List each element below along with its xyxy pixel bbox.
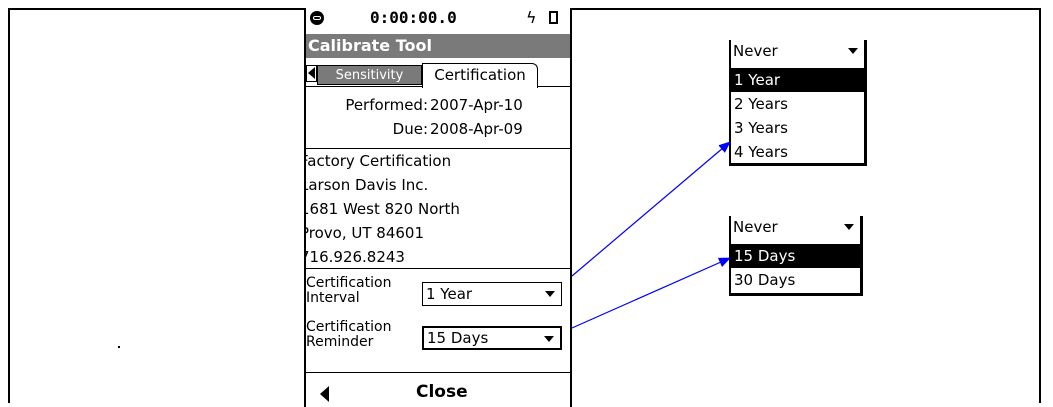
callout-arrows <box>571 141 731 329</box>
interval-callout-arrow <box>571 141 731 277</box>
reminder-callout-arrow <box>571 257 731 329</box>
